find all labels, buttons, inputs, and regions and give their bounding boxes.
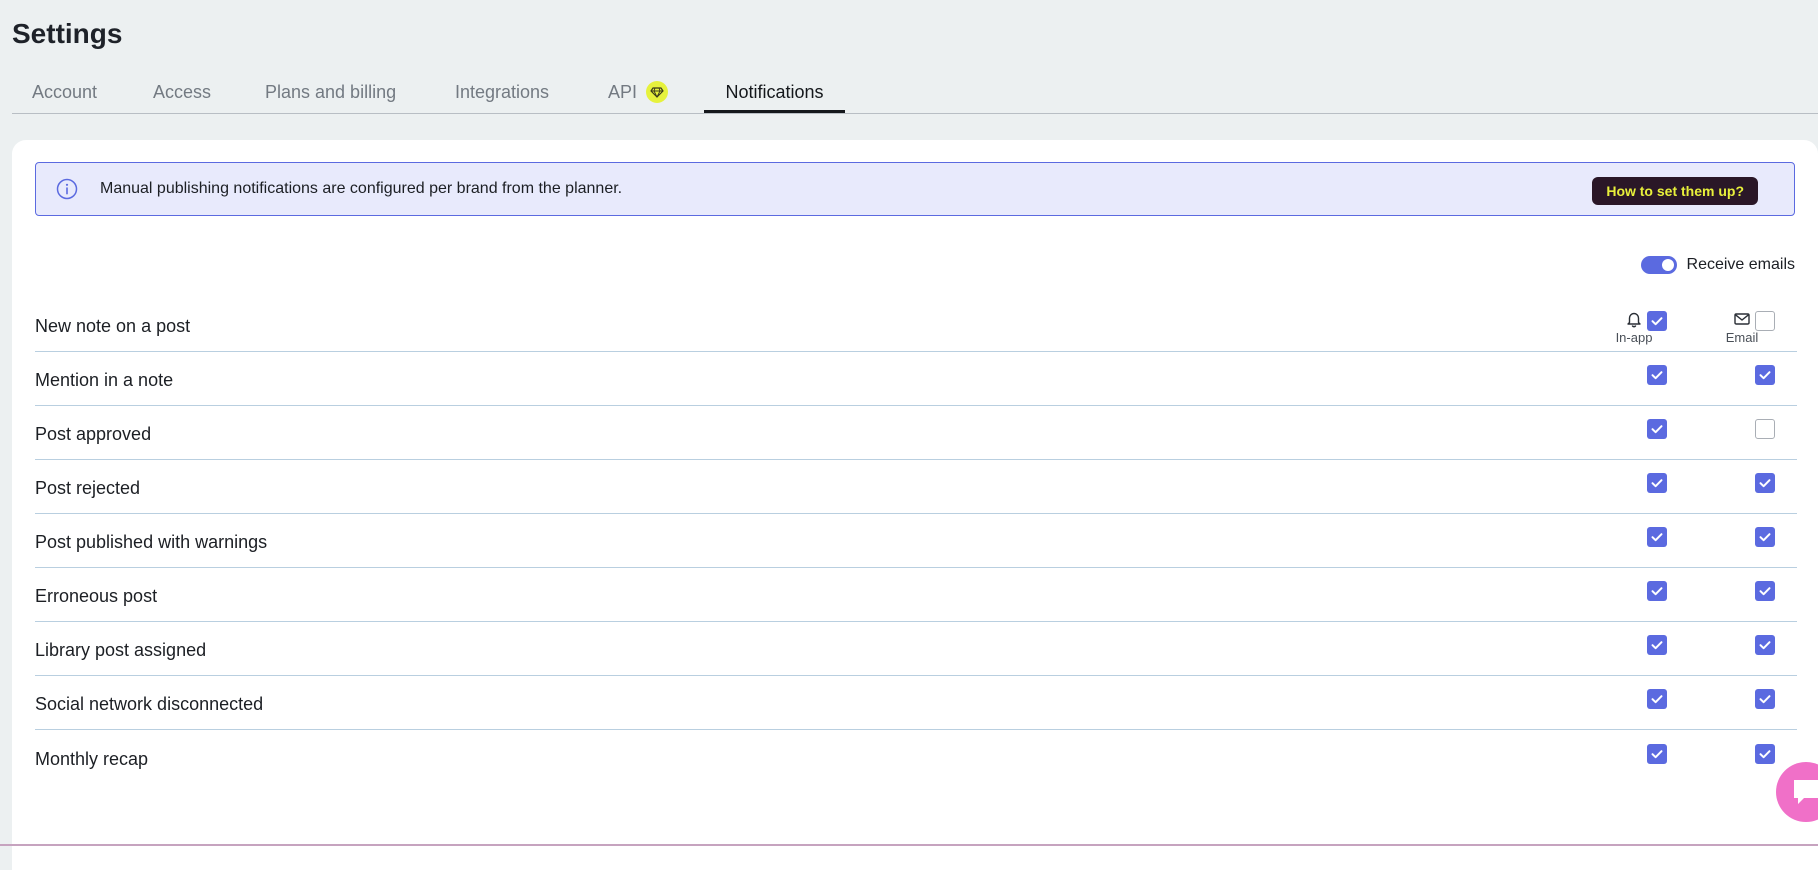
info-icon (56, 178, 78, 200)
tab-notifications[interactable]: Notifications (704, 70, 845, 113)
notification-row: Library post assigned (35, 622, 1797, 676)
email-checkbox[interactable] (1755, 527, 1775, 547)
notifications-panel: Manual publishing notifications are conf… (12, 140, 1818, 870)
in-app-checkbox[interactable] (1647, 527, 1667, 547)
in-app-checkbox[interactable] (1647, 744, 1667, 764)
tab-account[interactable]: Account (32, 70, 97, 113)
notification-row: Post published with warnings (35, 514, 1797, 568)
notification-row: Erroneous post (35, 568, 1797, 622)
toggle-knob (1661, 259, 1674, 271)
gem-icon (646, 81, 668, 103)
notification-row: Monthly recap (35, 730, 1797, 784)
email-checkbox[interactable] (1755, 311, 1775, 331)
info-banner: Manual publishing notifications are conf… (35, 162, 1795, 216)
notification-label: New note on a post (35, 316, 191, 336)
in-app-checkbox[interactable] (1647, 581, 1667, 601)
in-app-checkbox[interactable] (1647, 473, 1667, 493)
email-checkbox[interactable] (1755, 473, 1775, 493)
notification-label: Post rejected (35, 478, 141, 498)
in-app-checkbox[interactable] (1647, 635, 1667, 655)
settings-tabs: Account Access Plans and billing Integra… (12, 70, 1818, 114)
notification-label: Social network disconnected (35, 694, 264, 714)
info-banner-text: Manual publishing notifications are conf… (100, 180, 623, 197)
notification-label: Library post assigned (35, 640, 207, 660)
page-title: Settings (12, 18, 123, 49)
how-to-set-up-button[interactable]: How to set them up? (1592, 177, 1758, 205)
notification-label: Monthly recap (35, 749, 149, 769)
notification-row: Post approved (35, 406, 1797, 460)
in-app-checkbox[interactable] (1647, 365, 1667, 385)
receive-emails-toggle[interactable] (1640, 256, 1677, 274)
notification-label: Post approved (35, 424, 152, 444)
email-checkbox[interactable] (1755, 365, 1775, 385)
tab-plans-and-billing[interactable]: Plans and billing (265, 70, 396, 113)
notification-row: New note on a post (35, 311, 1797, 352)
in-app-checkbox[interactable] (1647, 689, 1667, 709)
tab-access[interactable]: Access (153, 70, 211, 113)
notification-label: Post published with warnings (35, 532, 268, 552)
notification-list: New note on a post Mention in a note Post … (35, 311, 1797, 784)
tab-integrations[interactable]: Integrations (455, 70, 549, 113)
in-app-checkbox[interactable] (1647, 311, 1667, 331)
in-app-checkbox[interactable] (1647, 419, 1667, 439)
email-checkbox[interactable] (1755, 744, 1775, 764)
receive-emails-label: Receive emails (1686, 256, 1795, 273)
notification-row: Social network disconnected (35, 676, 1797, 730)
notification-row: Mention in a note (35, 352, 1797, 406)
email-checkbox[interactable] (1755, 581, 1775, 601)
email-checkbox[interactable] (1755, 689, 1775, 709)
email-checkbox[interactable] (1755, 635, 1775, 655)
notification-label: Erroneous post (35, 586, 158, 606)
receive-emails-control: Receive emails (1640, 256, 1795, 274)
email-checkbox[interactable] (1755, 419, 1775, 439)
tab-api[interactable]: API (608, 70, 637, 113)
notification-row: Post rejected (35, 460, 1797, 514)
notification-label: Mention in a note (35, 370, 174, 390)
